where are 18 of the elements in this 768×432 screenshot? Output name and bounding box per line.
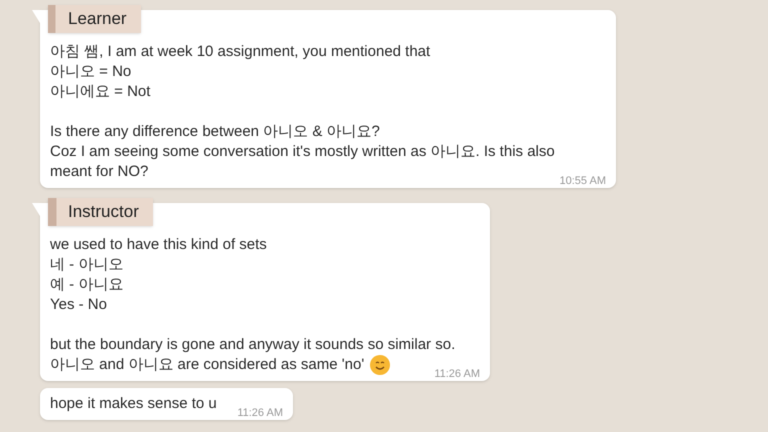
message-text: 아침 쌤, I am at week 10 assignment, you mentioned that — [50, 43, 430, 60]
message-text: Is there any difference between 아니오 & 아니요? — [50, 123, 380, 140]
message-text: 아니에요 = Not — [50, 83, 150, 100]
sender-label: Learner — [48, 5, 141, 33]
message-text: Yes - No — [50, 296, 107, 313]
message-text: hope it makes sense to u — [50, 394, 217, 414]
message-text: 아니오 and 아니요 are considered as same 'no' — [50, 355, 364, 375]
message-text: 네 - 아니오 — [50, 256, 124, 273]
message-text: meant for NO? — [50, 162, 148, 182]
message-text: but the boundary is gone and anyway it sounds so similar so. — [50, 336, 456, 353]
sender-label: Instructor — [48, 198, 153, 226]
message-text: we used to have this kind of sets — [50, 236, 267, 253]
message-time: 11:26 AM — [237, 406, 283, 420]
message-time: 11:26 AM — [434, 367, 480, 381]
message-text: Coz I am seeing some conversation it's mostly written as 아니요. Is this also — [50, 143, 555, 160]
message-text: 아니오 = No — [50, 63, 132, 80]
message-text: 예 - 아니요 — [50, 276, 124, 293]
message-time: 10:55 AM — [560, 174, 606, 188]
